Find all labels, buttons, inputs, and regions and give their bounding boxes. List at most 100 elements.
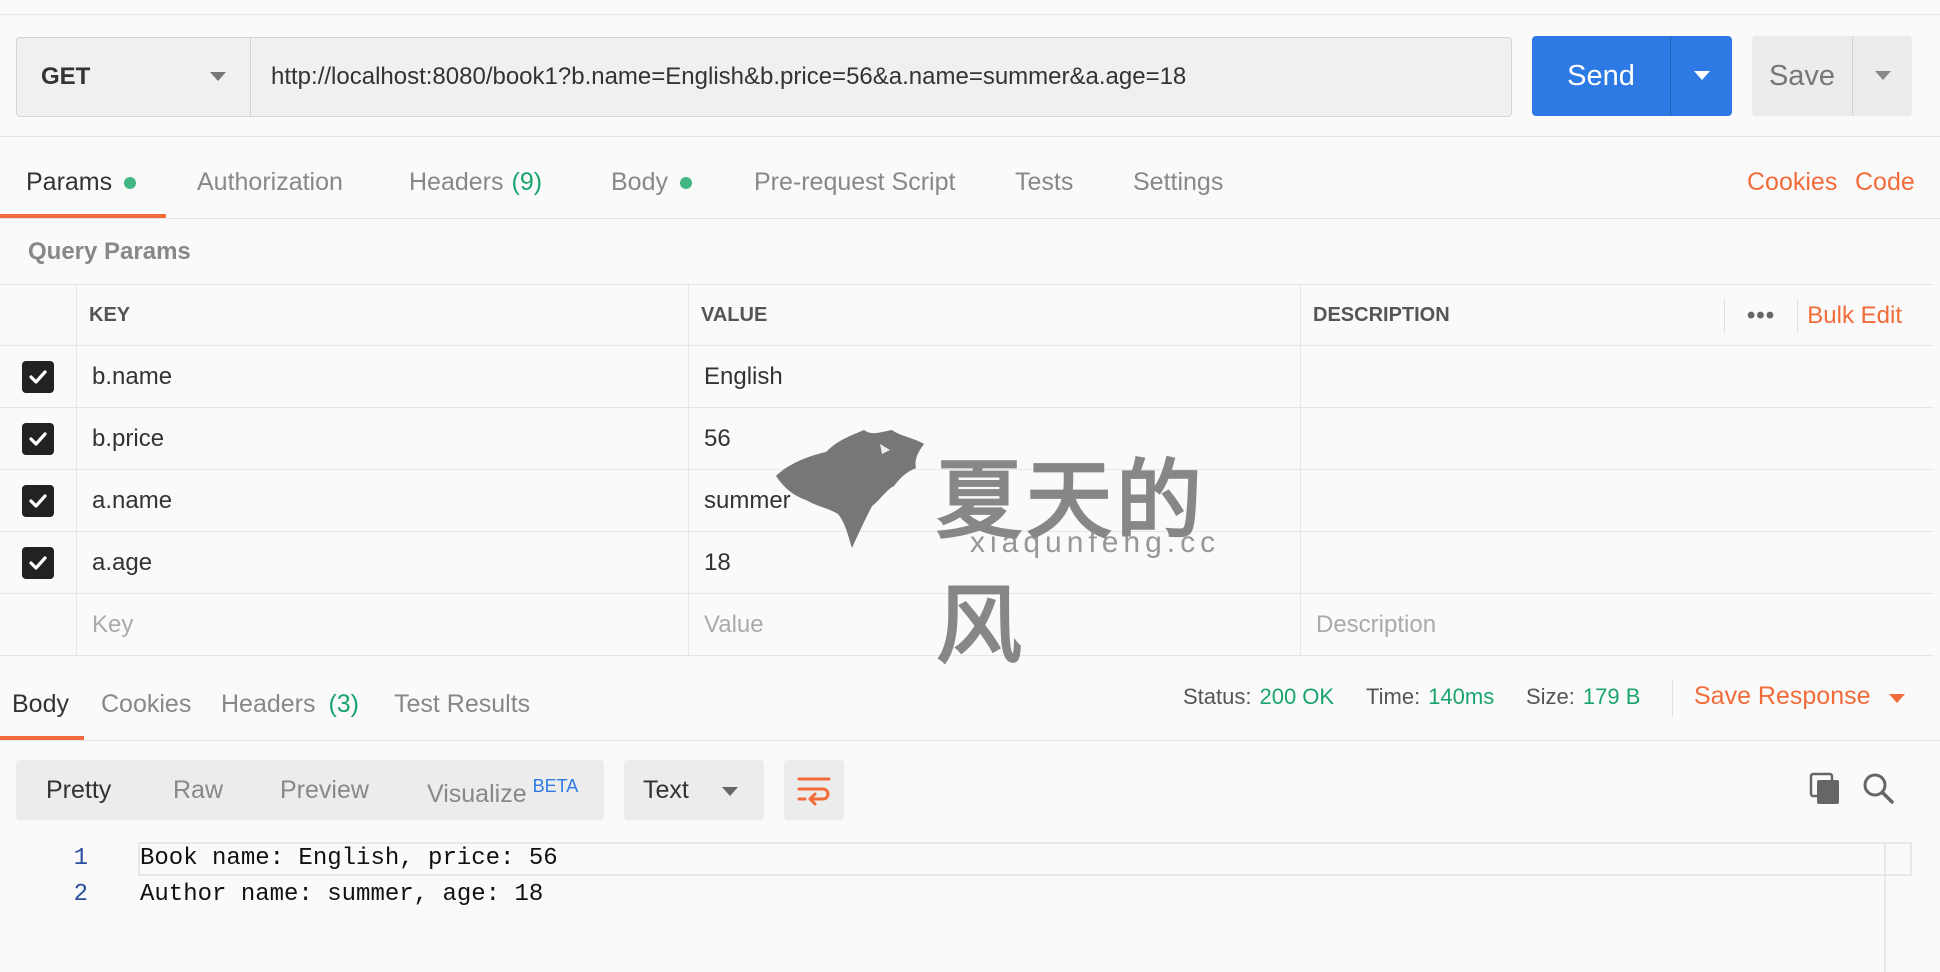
- param-key[interactable]: a.age: [77, 532, 689, 593]
- line-number: 1: [73, 844, 88, 872]
- save-button[interactable]: Save: [1752, 36, 1912, 116]
- column-header-key: KEY: [77, 285, 689, 345]
- code-line: 2 Author name: summer, age: 18: [0, 876, 544, 912]
- new-param-row: Key Value Description: [0, 594, 1934, 656]
- new-value-input[interactable]: Value: [689, 594, 1301, 655]
- url-input[interactable]: http://localhost:8080/book1?b.name=Engli…: [250, 37, 1512, 117]
- bulk-edit-link[interactable]: Bulk Edit: [1807, 285, 1902, 347]
- new-description-input[interactable]: Description: [1301, 594, 1934, 655]
- param-value[interactable]: 56: [689, 408, 1301, 469]
- response-tabs: Body Cookies Headers (3) Test Results St…: [0, 672, 1940, 740]
- copy-icon[interactable]: [1808, 772, 1842, 806]
- param-description[interactable]: [1301, 408, 1934, 469]
- param-description[interactable]: [1301, 532, 1934, 593]
- status-value: 200 OK: [1259, 684, 1335, 709]
- row-checkbox-cell: [0, 470, 77, 531]
- send-options-button[interactable]: [1670, 36, 1732, 116]
- row-checkbox[interactable]: [22, 484, 54, 517]
- tab-tests[interactable]: Tests: [1015, 168, 1073, 197]
- view-visualize[interactable]: Visualize BETA: [427, 776, 578, 809]
- param-description[interactable]: [1301, 346, 1934, 407]
- headers-count: (9): [511, 168, 543, 196]
- view-pretty[interactable]: Pretty: [46, 776, 111, 805]
- column-header-value: VALUE: [689, 285, 1301, 345]
- tab-prerequest-script[interactable]: Pre-request Script: [754, 168, 955, 197]
- request-tabs: Params Authorization Headers (9) Body Pr…: [0, 158, 1940, 218]
- check-icon: [29, 555, 47, 570]
- divider: [0, 218, 1940, 219]
- status-indicator: Status: 200 OK: [1183, 684, 1334, 710]
- param-value[interactable]: 18: [689, 532, 1301, 593]
- tab-body[interactable]: Body: [611, 168, 692, 197]
- row-checkbox-cell: [0, 594, 77, 655]
- chevron-down-icon: [722, 787, 738, 796]
- wrap-lines-button[interactable]: [784, 760, 844, 820]
- save-label: Save: [1768, 59, 1836, 92]
- send-button[interactable]: Send: [1532, 36, 1732, 116]
- size-indicator: Size: 179 B: [1526, 684, 1640, 710]
- params-table: KEY VALUE DESCRIPTION ••• Bulk Edit b.na…: [0, 284, 1934, 656]
- row-checkbox[interactable]: [22, 360, 54, 393]
- code-line: 1 Book name: English, price: 56: [0, 840, 558, 876]
- tab-response-body[interactable]: Body: [12, 690, 69, 719]
- row-checkbox[interactable]: [22, 422, 54, 455]
- view-raw[interactable]: Raw: [173, 776, 223, 805]
- param-value[interactable]: summer: [689, 470, 1301, 531]
- tab-headers-label: Headers: [409, 168, 504, 196]
- param-description[interactable]: [1301, 470, 1934, 531]
- check-icon: [29, 493, 47, 508]
- divider: [1672, 680, 1673, 716]
- save-options-button[interactable]: [1852, 36, 1912, 116]
- chevron-down-icon: [1694, 71, 1710, 80]
- line-text: Author name: summer, age: 18: [140, 880, 544, 908]
- tab-response-cookies[interactable]: Cookies: [101, 690, 191, 719]
- time-indicator: Time: 140ms: [1366, 684, 1494, 710]
- code-link[interactable]: Code: [1855, 168, 1915, 197]
- search-icon[interactable]: [1860, 770, 1896, 806]
- table-row: a.age 18: [0, 532, 1934, 594]
- header-checkbox-cell: [0, 285, 77, 345]
- row-checkbox-cell: [0, 532, 77, 593]
- param-key[interactable]: a.name: [77, 470, 689, 531]
- tab-prerequest-label: Pre-request Script: [754, 168, 956, 196]
- check-icon: [29, 369, 47, 384]
- row-checkbox[interactable]: [22, 546, 54, 579]
- query-params-title: Query Params: [28, 238, 191, 265]
- tab-test-results[interactable]: Test Results: [394, 690, 530, 719]
- editor-scrollbar[interactable]: [1884, 842, 1886, 972]
- table-row: b.name English: [0, 346, 1934, 408]
- tab-headers[interactable]: Headers (9): [409, 168, 542, 197]
- chevron-down-icon: [210, 72, 226, 81]
- table-row: a.name summer: [0, 470, 1934, 532]
- status-dot-icon: [124, 176, 137, 189]
- param-key[interactable]: b.name: [77, 346, 689, 407]
- tab-authorization[interactable]: Authorization: [197, 168, 343, 197]
- method-label: GET: [41, 63, 91, 90]
- more-options-icon[interactable]: •••: [1724, 299, 1798, 333]
- method-select[interactable]: GET: [16, 37, 250, 117]
- row-checkbox-cell: [0, 346, 77, 407]
- tab-body-label: Body: [611, 168, 668, 196]
- param-value[interactable]: English: [689, 346, 1301, 407]
- cookies-link[interactable]: Cookies: [1747, 168, 1837, 197]
- table-row: b.price 56: [0, 408, 1934, 470]
- top-divider: [0, 14, 1940, 15]
- chevron-down-icon: [1888, 694, 1905, 703]
- format-label: Text: [643, 775, 689, 804]
- view-preview[interactable]: Preview: [280, 776, 369, 805]
- param-key[interactable]: b.price: [77, 408, 689, 469]
- divider: [0, 136, 1940, 137]
- new-key-input[interactable]: Key: [77, 594, 689, 655]
- tab-params[interactable]: Params: [26, 168, 137, 197]
- tab-settings[interactable]: Settings: [1133, 168, 1223, 197]
- format-select[interactable]: Text: [624, 760, 764, 820]
- save-response-button[interactable]: Save Response: [1694, 682, 1905, 711]
- time-label: Time:: [1366, 684, 1421, 709]
- response-headers-count: (3): [328, 690, 360, 718]
- check-icon: [29, 431, 47, 446]
- tab-response-headers[interactable]: Headers (3): [221, 690, 359, 719]
- column-header-description-label: DESCRIPTION: [1313, 303, 1450, 326]
- chevron-down-icon: [1875, 71, 1891, 80]
- response-body-editor[interactable]: 1 Book name: English, price: 56 2 Author…: [0, 840, 1912, 972]
- line-text: Book name: English, price: 56: [140, 844, 558, 872]
